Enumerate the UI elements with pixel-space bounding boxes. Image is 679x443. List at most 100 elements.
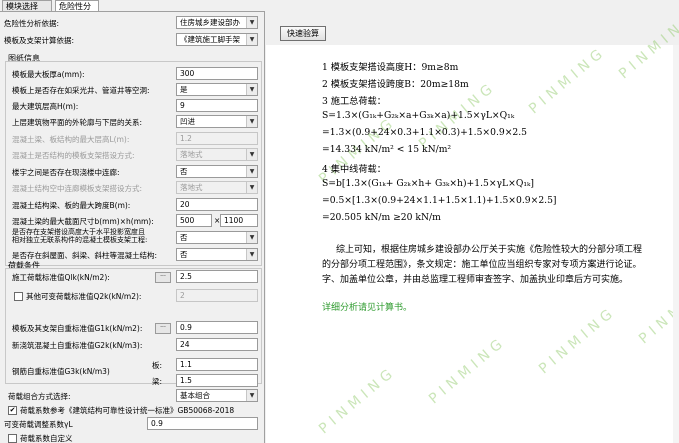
drawing-row-select[interactable]: 是 ▼ [176, 83, 258, 96]
drawing-row-label: 上层建筑物平面的外轮廓与下层的关系: [12, 118, 143, 127]
conclusion-line: 的分部分项工程范围》，条文规定：施工单位应当组织专家对专项方案进行论证。 [322, 260, 642, 270]
chevron-down-icon[interactable]: ▼ [246, 116, 257, 127]
calc-line: =1.3×(0.9+24×0.3+1.1×0.3)+1.5×0.9×2.5 [322, 127, 528, 138]
formwork-weight-row: 模板及其支架自重标准值G1k(kN/m2): ··· 0.9 [0, 320, 265, 336]
chevron-down-icon[interactable]: ▼ [246, 149, 257, 160]
calc-line: S=b[1.3×(G₁ₖ+ G₂ₖ×h+ G₃ₖ×h)+1.5×γL×Q₁ₖ] [322, 178, 534, 189]
quick-check-button[interactable]: 快速验算 [280, 26, 326, 41]
concrete-weight-label: 新浇筑混凝土自重标准值G2k(kN/m3): [12, 341, 143, 350]
drawing-row-input[interactable]: 300 [176, 67, 258, 80]
drawing-row-select[interactable]: 否 ▼ [176, 165, 258, 178]
drawing-row: 混凝土结构空中连廊模板支架搭设方式: 落地式 ▼ [0, 180, 265, 196]
chevron-down-icon[interactable]: ▼ [246, 17, 257, 28]
drawing-row-input[interactable]: 1.2 [176, 132, 258, 145]
calculation-text-area: PINMING PINMING PINMING PINMING PINMING PINMI… [266, 11, 679, 443]
drawing-row-label: 是否存在支架搭设高度大于水平投影宽度且 相对独立无联系构件的混凝土模板支架工程: [12, 228, 148, 244]
construction-load-row: 施工荷载标准值Qlk(kN/m2): ··· 2.5 [0, 269, 265, 285]
result-panel: 快速验算 PINMING PINMING PINMING PINMING PINMING… [266, 11, 679, 443]
rebar-board-label: 板: [152, 361, 163, 370]
drawing-row-label: 混凝土结构空中连廊模板支架搭设方式: [12, 184, 143, 193]
drawing-row: 模板上是否存在如采光井、管道井等空洞: 是 ▼ [0, 82, 265, 98]
drawing-row-value: 落地式 [180, 183, 203, 192]
rebar-beam-input[interactable]: 1.5 [176, 374, 258, 387]
drawing-row-select[interactable]: 落地式 ▼ [176, 181, 258, 194]
calc-line: =20.505 kN/m ≥20 kN/m [322, 212, 441, 223]
conclusion-line: 字、加盖单位公章，并由总监理工程师审查签字、加盖执业印章后方可实施。 [322, 275, 629, 285]
basis-label: 危险性分析依据: [4, 19, 60, 28]
combo-value: 基本组合 [180, 391, 210, 400]
beam-height-input[interactable]: 1100 [220, 214, 258, 227]
drawing-row-value: 否 [180, 167, 188, 176]
formwork-weight-label: 模板及其支架自重标准值G1k(kN/m2): [12, 324, 143, 333]
concrete-weight-row: 新浇筑混凝土自重标准值G2k(kN/m3): 24 [0, 337, 265, 353]
basis-select[interactable]: 住房城乡建设部办 ▼ [176, 16, 258, 29]
spec-select[interactable]: 《建筑施工脚手架 ▼ [176, 33, 258, 46]
basis-row: 危险性分析依据: 住房城乡建设部办 ▼ [0, 15, 265, 31]
construction-load-input[interactable]: 2.5 [176, 270, 258, 283]
chevron-down-icon[interactable]: ▼ [246, 84, 257, 95]
drawing-row-label: 混凝土梁、板结构的最大层高L(m): [12, 135, 130, 144]
drawing-row-label: 楼宇之间是否存在现浇楼中连廊: [12, 168, 120, 177]
rebar-board-row: 钢筋自重标准值G3k(kN/m3) 板: 1.1 [0, 357, 265, 376]
other-load-checkbox[interactable] [14, 292, 23, 301]
custom-factor-checkbox[interactable] [8, 434, 17, 443]
drawing-row-value: 否 [180, 250, 188, 259]
detail-report-link[interactable]: 详细分析请见计算书。 [322, 300, 412, 313]
drawing-row-select[interactable]: 否 ▼ [176, 248, 258, 261]
chevron-down-icon[interactable]: ▼ [246, 232, 257, 243]
chevron-down-icon[interactable]: ▼ [246, 166, 257, 177]
calc-line: =14.334 kN/m² < 15 kN/m² [322, 144, 452, 155]
chevron-down-icon[interactable]: ▼ [246, 34, 257, 45]
formwork-weight-input[interactable]: 0.9 [176, 321, 258, 334]
construction-load-more-button[interactable]: ··· [155, 272, 171, 283]
spec-label: 模板及支架计算依据: [4, 36, 75, 45]
factor-ref-label: 荷载系数参考《建筑结构可靠性设计统一标准》GB50068-2018 [20, 406, 235, 415]
drawing-row-select[interactable]: 否 ▼ [176, 231, 258, 244]
variable-factor-label: 可变荷载调整系数γL [4, 420, 73, 429]
drawing-row-input[interactable]: 9 [176, 99, 258, 112]
result-scrollbar[interactable] [673, 45, 679, 443]
spec-row: 模板及支架计算依据: 《建筑施工脚手架 ▼ [0, 32, 265, 48]
chevron-down-icon[interactable]: ▼ [246, 249, 257, 260]
drawing-row-select[interactable]: 落地式 ▼ [176, 148, 258, 161]
basis-value: 住房城乡建设部办 [180, 18, 240, 27]
rebar-beam-row: 梁: 1.5 [0, 373, 265, 389]
formwork-weight-more-button[interactable]: ··· [155, 323, 171, 334]
calc-line: =0.5×[1.3×(0.9+24×1.1+1.5×1.1)+1.5×0.9×2… [322, 195, 557, 206]
factor-ref-checkbox[interactable]: ✔ [8, 406, 17, 415]
calc-line: 3 施工总荷载： [322, 96, 386, 107]
other-load-label: 其他可变荷载标准值Q2k(kN/m2): [26, 292, 142, 301]
pinming-watermark: PINMING [536, 303, 620, 378]
spec-value: 《建筑施工脚手架 [180, 35, 240, 44]
chevron-down-icon[interactable]: ▼ [246, 390, 257, 401]
rebar-beam-label: 梁: [152, 377, 163, 386]
conclusion-line: 综上可知，根据住房城乡建设部办公厅关于实施《危险性较大的分部分项工程 [336, 245, 643, 255]
drawing-row-label: 混凝土结构梁、板的最大跨度B(m): [12, 201, 131, 210]
variable-factor-input[interactable]: 0.9 [147, 417, 258, 430]
custom-factor-row: 荷载系数自定义 [0, 430, 265, 443]
combo-select[interactable]: 基本组合 ▼ [176, 389, 258, 402]
drawing-row: 混凝土是否结构的模板支架搭设方式: 落地式 ▼ [0, 147, 265, 163]
drawing-row: 上层建筑物平面的外轮廓与下层的关系: 凹进 ▼ [0, 114, 265, 130]
calc-line: 1 模板支架搭设高度H：9m≥8m [322, 62, 459, 73]
chevron-down-icon[interactable]: ▼ [246, 182, 257, 193]
drawing-row: 楼宇之间是否存在现浇楼中连廊: 否 ▼ [0, 164, 265, 180]
rebar-board-input[interactable]: 1.1 [176, 358, 258, 371]
concrete-weight-input[interactable]: 24 [176, 338, 258, 351]
drawing-row-select[interactable]: 凹进 ▼ [176, 115, 258, 128]
drawing-row-input[interactable]: 20 [176, 198, 258, 211]
drawing-row-value: 是 [180, 85, 188, 94]
drawing-row: 混凝土结构梁、板的最大跨度B(m): 20 [0, 197, 265, 213]
app-root: 模块选择 危险性分析 危险性分析依据: 住房城乡建设部办 ▼ 模板及支架计算依据… [0, 0, 679, 443]
drawing-row-value: 落地式 [180, 150, 203, 159]
other-load-input[interactable]: 2 [176, 289, 258, 302]
parameter-panel: 危险性分析依据: 住房城乡建设部办 ▼ 模板及支架计算依据: 《建筑施工脚手架 … [0, 11, 265, 443]
other-load-row: 其他可变荷载标准值Q2k(kN/m2): 2 [0, 288, 265, 304]
beam-width-input[interactable]: 500 [176, 214, 212, 227]
drawing-row-label: 混凝土是否结构的模板支架搭设方式: [12, 151, 135, 160]
custom-factor-label: 荷载系数自定义 [20, 434, 73, 443]
pinming-watermark: PINMING [526, 43, 610, 118]
drawing-row: 混凝土梁、板结构的最大层高L(m): 1.2 [0, 131, 265, 147]
result-toolbar: 快速验算 [266, 11, 679, 45]
drawing-row-label: 模板最大板厚a(mm): [12, 70, 85, 79]
